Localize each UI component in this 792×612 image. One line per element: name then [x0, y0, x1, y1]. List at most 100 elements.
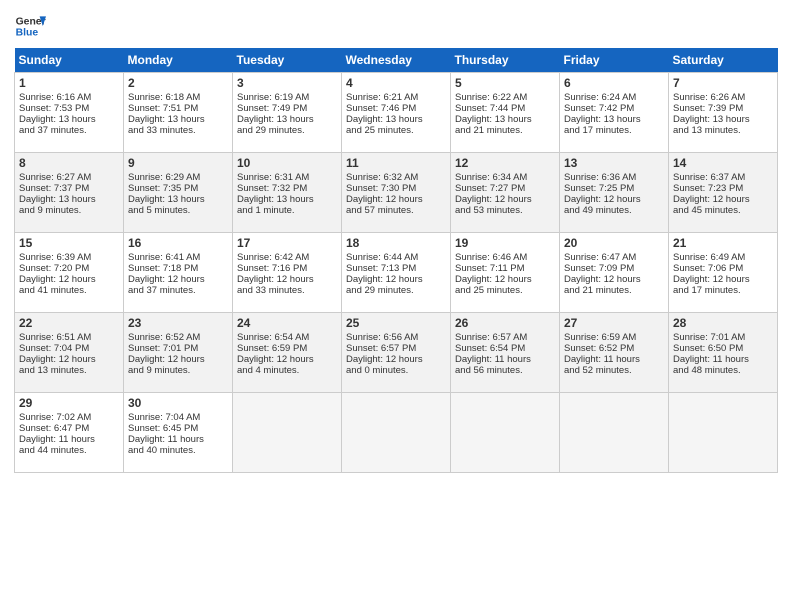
calendar-cell: 5Sunrise: 6:22 AMSunset: 7:44 PMDaylight…: [451, 73, 560, 153]
day-info-line: Sunset: 7:16 PM: [237, 263, 337, 274]
calendar-cell: 29Sunrise: 7:02 AMSunset: 6:47 PMDayligh…: [15, 393, 124, 473]
day-info-line: and 56 minutes.: [455, 365, 555, 376]
day-info-line: Daylight: 13 hours: [19, 114, 119, 125]
day-info-line: Sunrise: 6:37 AM: [673, 172, 773, 183]
day-number: 6: [564, 76, 664, 90]
day-info-line: Sunrise: 6:51 AM: [19, 332, 119, 343]
day-info-line: and 41 minutes.: [19, 285, 119, 296]
calendar-cell: 4Sunrise: 6:21 AMSunset: 7:46 PMDaylight…: [342, 73, 451, 153]
day-info-line: Sunrise: 6:16 AM: [19, 92, 119, 103]
calendar-cell: 22Sunrise: 6:51 AMSunset: 7:04 PMDayligh…: [15, 313, 124, 393]
day-number: 20: [564, 236, 664, 250]
day-number: 19: [455, 236, 555, 250]
day-info-line: Sunrise: 6:21 AM: [346, 92, 446, 103]
day-info-line: and 17 minutes.: [673, 285, 773, 296]
calendar-cell: [342, 393, 451, 473]
day-info-line: Sunrise: 6:24 AM: [564, 92, 664, 103]
day-info-line: and 57 minutes.: [346, 205, 446, 216]
day-info-line: Sunrise: 6:59 AM: [564, 332, 664, 343]
day-info-line: Sunset: 7:51 PM: [128, 103, 228, 114]
day-info-line: Sunset: 7:49 PM: [237, 103, 337, 114]
day-info-line: Sunset: 7:13 PM: [346, 263, 446, 274]
day-number: 1: [19, 76, 119, 90]
calendar-cell: 24Sunrise: 6:54 AMSunset: 6:59 PMDayligh…: [233, 313, 342, 393]
day-info-line: Daylight: 12 hours: [19, 354, 119, 365]
day-info-line: and 52 minutes.: [564, 365, 664, 376]
calendar-cell: 18Sunrise: 6:44 AMSunset: 7:13 PMDayligh…: [342, 233, 451, 313]
day-info-line: and 0 minutes.: [346, 365, 446, 376]
day-info-line: Daylight: 13 hours: [673, 114, 773, 125]
day-info-line: and 29 minutes.: [346, 285, 446, 296]
day-info-line: Sunrise: 6:31 AM: [237, 172, 337, 183]
day-info-line: and 13 minutes.: [673, 125, 773, 136]
calendar-cell: 12Sunrise: 6:34 AMSunset: 7:27 PMDayligh…: [451, 153, 560, 233]
calendar-cell: [233, 393, 342, 473]
day-info-line: Sunset: 6:52 PM: [564, 343, 664, 354]
day-info-line: Daylight: 12 hours: [564, 274, 664, 285]
day-info-line: and 9 minutes.: [19, 205, 119, 216]
calendar-cell: 8Sunrise: 6:27 AMSunset: 7:37 PMDaylight…: [15, 153, 124, 233]
day-info-line: and 25 minutes.: [346, 125, 446, 136]
day-info-line: Daylight: 13 hours: [346, 114, 446, 125]
calendar-cell: 3Sunrise: 6:19 AMSunset: 7:49 PMDaylight…: [233, 73, 342, 153]
calendar-cell: 6 Sunrise: 6:24 AMSunset: 7:42 PMDaylight…: [560, 73, 669, 153]
day-info-line: Sunset: 6:50 PM: [673, 343, 773, 354]
day-number: 2: [128, 76, 228, 90]
day-info-line: Daylight: 12 hours: [673, 194, 773, 205]
calendar-cell: 15Sunrise: 6:39 AMSunset: 7:20 PMDayligh…: [15, 233, 124, 313]
day-info-line: Sunset: 7:09 PM: [564, 263, 664, 274]
day-info-line: Sunset: 7:06 PM: [673, 263, 773, 274]
day-info-line: Sunset: 6:59 PM: [237, 343, 337, 354]
day-info-line: Sunrise: 6:47 AM: [564, 252, 664, 263]
day-info-line: Daylight: 13 hours: [19, 194, 119, 205]
day-info-line: Daylight: 11 hours: [128, 434, 228, 445]
day-number: 14: [673, 156, 773, 170]
calendar-cell: 25Sunrise: 6:56 AMSunset: 6:57 PMDayligh…: [342, 313, 451, 393]
day-number: 29: [19, 396, 119, 410]
day-info-line: Sunset: 7:35 PM: [128, 183, 228, 194]
day-info-line: Sunset: 7:39 PM: [673, 103, 773, 114]
day-info-line: Daylight: 11 hours: [19, 434, 119, 445]
calendar-cell: 1Sunrise: 6:16 AMSunset: 7:53 PMDaylight…: [15, 73, 124, 153]
day-number: 13: [564, 156, 664, 170]
day-info-line: Sunset: 7:46 PM: [346, 103, 446, 114]
day-info-line: and 53 minutes.: [455, 205, 555, 216]
day-info-line: Sunset: 6:45 PM: [128, 423, 228, 434]
calendar-cell: 20 Sunrise: 6:47 AMSunset: 7:09 PMDayligh…: [560, 233, 669, 313]
day-info-line: and 48 minutes.: [673, 365, 773, 376]
day-number: 8: [19, 156, 119, 170]
day-info-line: Sunset: 7:42 PM: [564, 103, 664, 114]
week-row-5: 29Sunrise: 7:02 AMSunset: 6:47 PMDayligh…: [15, 393, 778, 473]
day-info-line: and 17 minutes.: [564, 125, 664, 136]
day-info-line: Daylight: 13 hours: [237, 114, 337, 125]
day-number: 27: [564, 316, 664, 330]
week-row-3: 15Sunrise: 6:39 AMSunset: 7:20 PMDayligh…: [15, 233, 778, 313]
day-info-line: and 25 minutes.: [455, 285, 555, 296]
day-number: 9: [128, 156, 228, 170]
day-info-line: and 40 minutes.: [128, 445, 228, 456]
day-info-line: Daylight: 13 hours: [564, 114, 664, 125]
calendar-cell: 14Sunrise: 6:37 AMSunset: 7:23 PMDayligh…: [669, 153, 778, 233]
calendar-cell: 2Sunrise: 6:18 AMSunset: 7:51 PMDaylight…: [124, 73, 233, 153]
day-info-line: Sunrise: 7:01 AM: [673, 332, 773, 343]
col-header-saturday: Saturday: [669, 48, 778, 73]
day-number: 16: [128, 236, 228, 250]
day-info-line: and 37 minutes.: [128, 285, 228, 296]
day-info-line: Daylight: 12 hours: [346, 274, 446, 285]
calendar-cell: 17Sunrise: 6:42 AMSunset: 7:16 PMDayligh…: [233, 233, 342, 313]
day-info-line: Daylight: 12 hours: [346, 194, 446, 205]
calendar-cell: 9Sunrise: 6:29 AMSunset: 7:35 PMDaylight…: [124, 153, 233, 233]
day-info-line: and 21 minutes.: [455, 125, 555, 136]
day-number: 30: [128, 396, 228, 410]
day-info-line: and 21 minutes.: [564, 285, 664, 296]
day-info-line: Sunrise: 6:27 AM: [19, 172, 119, 183]
day-info-line: Sunrise: 7:04 AM: [128, 412, 228, 423]
day-info-line: Daylight: 12 hours: [237, 354, 337, 365]
day-info-line: Daylight: 12 hours: [564, 194, 664, 205]
page-container: General Blue SundayMondayTuesdayWednesda…: [0, 0, 792, 483]
day-info-line: Sunrise: 6:26 AM: [673, 92, 773, 103]
calendar-cell: 16Sunrise: 6:41 AMSunset: 7:18 PMDayligh…: [124, 233, 233, 313]
calendar-cell: 19Sunrise: 6:46 AMSunset: 7:11 PMDayligh…: [451, 233, 560, 313]
day-info-line: Sunrise: 6:39 AM: [19, 252, 119, 263]
day-number: 10: [237, 156, 337, 170]
